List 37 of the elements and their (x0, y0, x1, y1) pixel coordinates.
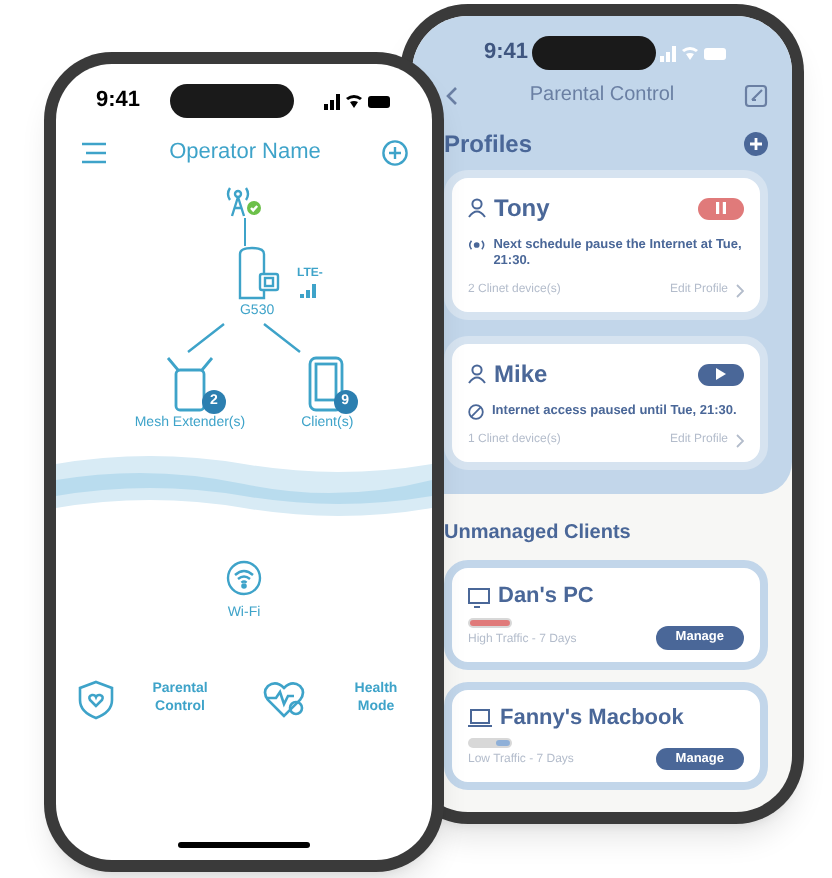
blocked-icon (468, 404, 484, 421)
profile-name: Mike (494, 358, 548, 393)
client-name: Dan's PC (498, 582, 594, 613)
signal-bars-icon (299, 284, 320, 298)
header-title: Operator Name (169, 138, 321, 168)
wifi-icon[interactable] (226, 559, 262, 595)
edit-icon[interactable] (743, 83, 768, 107)
chevron-right-icon (736, 434, 744, 449)
section-title: Unmanaged Clients (444, 520, 633, 549)
signal-wifi-battery-icon (324, 91, 392, 109)
person-icon (468, 198, 486, 218)
monitor-icon (468, 587, 490, 608)
pause-icon (716, 202, 726, 214)
home-indicator (178, 842, 310, 848)
status-time: 9:41 (484, 37, 529, 68)
play-icon (716, 368, 726, 381)
camera-notch-icon (532, 35, 657, 69)
pause-button[interactable] (698, 197, 744, 219)
person-icon (468, 364, 486, 385)
heartbeat-icon (262, 680, 310, 720)
laptop-icon (468, 708, 492, 729)
broadcast-icon (468, 238, 486, 252)
camera-notch-icon (170, 83, 295, 117)
signal-wifi-battery-icon (660, 43, 728, 61)
section-title: Profiles (444, 128, 533, 162)
chevron-right-icon (736, 284, 744, 299)
shield-heart-icon (78, 680, 114, 720)
add-icon[interactable] (382, 139, 408, 166)
menu-icon[interactable] (80, 141, 108, 164)
back-icon[interactable] (444, 85, 460, 105)
status-time: 9:41 (96, 85, 141, 116)
play-button[interactable] (698, 363, 744, 386)
profile-name: Tony (494, 192, 550, 226)
client-name: Fanny's Macbook (500, 703, 684, 734)
extender-icon (161, 354, 218, 414)
add-icon[interactable] (744, 132, 768, 156)
header-title: Parental Control (529, 82, 675, 110)
